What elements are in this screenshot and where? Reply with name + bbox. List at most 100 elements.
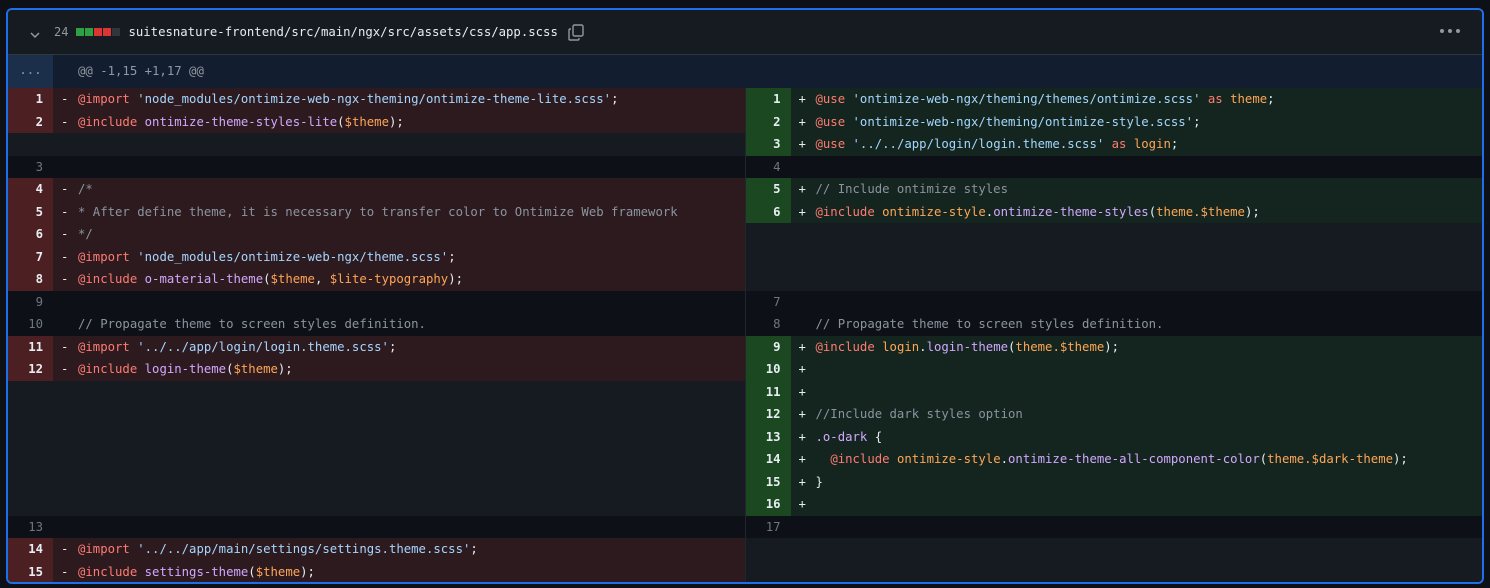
- line-number[interactable]: 12: [745, 403, 791, 426]
- diff-row: 5- * After define theme, it is necessary …: [8, 200, 1482, 223]
- line-code: [791, 538, 1483, 561]
- diff-sign: -: [61, 564, 69, 579]
- diff-row: 14 + @include ontimize-style.ontimize-the…: [8, 448, 1482, 471]
- line-number[interactable]: 3: [745, 133, 791, 156]
- line-number[interactable]: [746, 223, 791, 246]
- code-token: ontimize-style: [896, 452, 1001, 466]
- line-number[interactable]: [8, 471, 53, 494]
- line-number[interactable]: 5: [745, 178, 791, 201]
- copy-icon[interactable]: [567, 23, 585, 41]
- line-number[interactable]: 11: [8, 335, 53, 358]
- code-token: 'node_modules/ontimize-web-ngx/theme.scs…: [137, 249, 449, 264]
- line-number[interactable]: [746, 538, 791, 561]
- line-number[interactable]: 15: [8, 560, 53, 582]
- code-token: );: [300, 564, 315, 579]
- line-code: [53, 156, 745, 179]
- line-number[interactable]: 17: [746, 516, 791, 539]
- diff-sign: +: [798, 384, 806, 399]
- line-number[interactable]: 10: [745, 358, 791, 381]
- diffstat-block: [76, 28, 85, 36]
- line-code: + .o-dark {: [791, 426, 1483, 449]
- line-number[interactable]: 16: [745, 493, 791, 516]
- line-code: + // Include ontimize styles: [791, 178, 1483, 201]
- line-code: - @import 'node_modules/ontimize-web-ngx-…: [53, 88, 745, 111]
- code-token: '../../app/login/login.theme.scss': [852, 137, 1105, 151]
- left-line: [8, 448, 745, 471]
- line-number[interactable]: 5: [8, 200, 53, 223]
- line-number[interactable]: 3: [8, 156, 53, 179]
- line-number[interactable]: [8, 426, 53, 449]
- diff-sign: -: [61, 542, 69, 556]
- line-code: // Propagate theme to screen styles defi…: [791, 313, 1483, 336]
- line-number[interactable]: 10: [8, 313, 53, 336]
- line-number[interactable]: 8: [8, 268, 53, 291]
- left-line: [8, 403, 745, 426]
- diff-sign: [799, 291, 816, 314]
- code-token: }: [815, 474, 823, 489]
- diff-sign: [61, 156, 78, 179]
- code-token: ontimize-theme-all-component-color: [1008, 452, 1260, 466]
- line-number[interactable]: 15: [745, 470, 791, 493]
- line-code: + //Include dark styles option: [791, 403, 1483, 426]
- line-number[interactable]: 12: [8, 358, 53, 381]
- line-number[interactable]: 14: [745, 448, 791, 471]
- left-line: 8- @include o-material-theme($theme, $lit…: [8, 268, 745, 291]
- expand-hunk-button[interactable]: ...: [8, 55, 53, 88]
- code-token: $lite-typography: [329, 272, 449, 286]
- line-number[interactable]: 11: [745, 380, 791, 403]
- line-code: [53, 291, 745, 314]
- line-code: [53, 516, 745, 539]
- kebab-horizontal-icon[interactable]: [1440, 26, 1460, 36]
- line-number[interactable]: 6: [8, 223, 53, 246]
- line-code: - */: [53, 223, 745, 246]
- code-token: );: [448, 272, 464, 286]
- line-number[interactable]: [8, 133, 53, 156]
- line-number[interactable]: [746, 561, 791, 583]
- line-code: -/*: [53, 178, 745, 201]
- line-number[interactable]: 1: [745, 88, 791, 111]
- line-number[interactable]: 9: [745, 335, 791, 358]
- chevron-down-icon[interactable]: [30, 27, 40, 39]
- diff-sign: -: [61, 362, 69, 376]
- line-number[interactable]: 14: [8, 538, 53, 561]
- code-token: @include: [830, 452, 890, 466]
- line-code: [791, 561, 1483, 583]
- diffstat-block: [85, 28, 94, 36]
- line-number[interactable]: [8, 493, 53, 516]
- line-number[interactable]: 9: [8, 291, 53, 314]
- line-number[interactable]: [8, 381, 53, 404]
- line-number[interactable]: 7: [8, 245, 53, 268]
- left-line: 13: [8, 515, 745, 539]
- diff-sign: +: [798, 429, 806, 444]
- right-line: 5 + // Include ontimize styles: [744, 178, 1483, 201]
- line-number[interactable]: 4: [8, 178, 53, 201]
- code-token: login: [1133, 137, 1171, 151]
- diff-sign: +: [798, 137, 806, 151]
- left-line: 3: [8, 155, 745, 179]
- left-line: 5- * After define theme, it is necessary …: [8, 200, 745, 223]
- diff-row: 3 + @use '../../app/login/login.theme.scss…: [8, 133, 1482, 156]
- line-number[interactable]: 4: [746, 156, 791, 179]
- line-number[interactable]: 6: [745, 200, 791, 223]
- line-number[interactable]: 13: [745, 425, 791, 448]
- code-token: // Propagate theme to screen styles defi…: [78, 317, 426, 331]
- line-number[interactable]: [746, 246, 791, 269]
- line-number[interactable]: [8, 403, 53, 426]
- line-number[interactable]: 7: [746, 291, 791, 314]
- diff-row: 10 // Propagate theme to screen styles d…: [8, 313, 1482, 336]
- line-number[interactable]: 2: [8, 110, 53, 133]
- line-number[interactable]: [8, 448, 53, 471]
- line-number[interactable]: 8: [746, 313, 791, 336]
- code-token: @use: [815, 92, 846, 106]
- file-path[interactable]: suitesnature-frontend/src/main/ngx/src/a…: [128, 25, 557, 39]
- code-token: @include: [815, 339, 875, 354]
- line-number[interactable]: [746, 268, 791, 291]
- code-token: @import: [78, 92, 130, 106]
- line-number[interactable]: 1: [8, 88, 53, 111]
- line-number[interactable]: 13: [8, 516, 53, 539]
- diff-sign: [61, 313, 78, 336]
- diffstat-block: [103, 28, 112, 36]
- line-number[interactable]: 2: [745, 110, 791, 133]
